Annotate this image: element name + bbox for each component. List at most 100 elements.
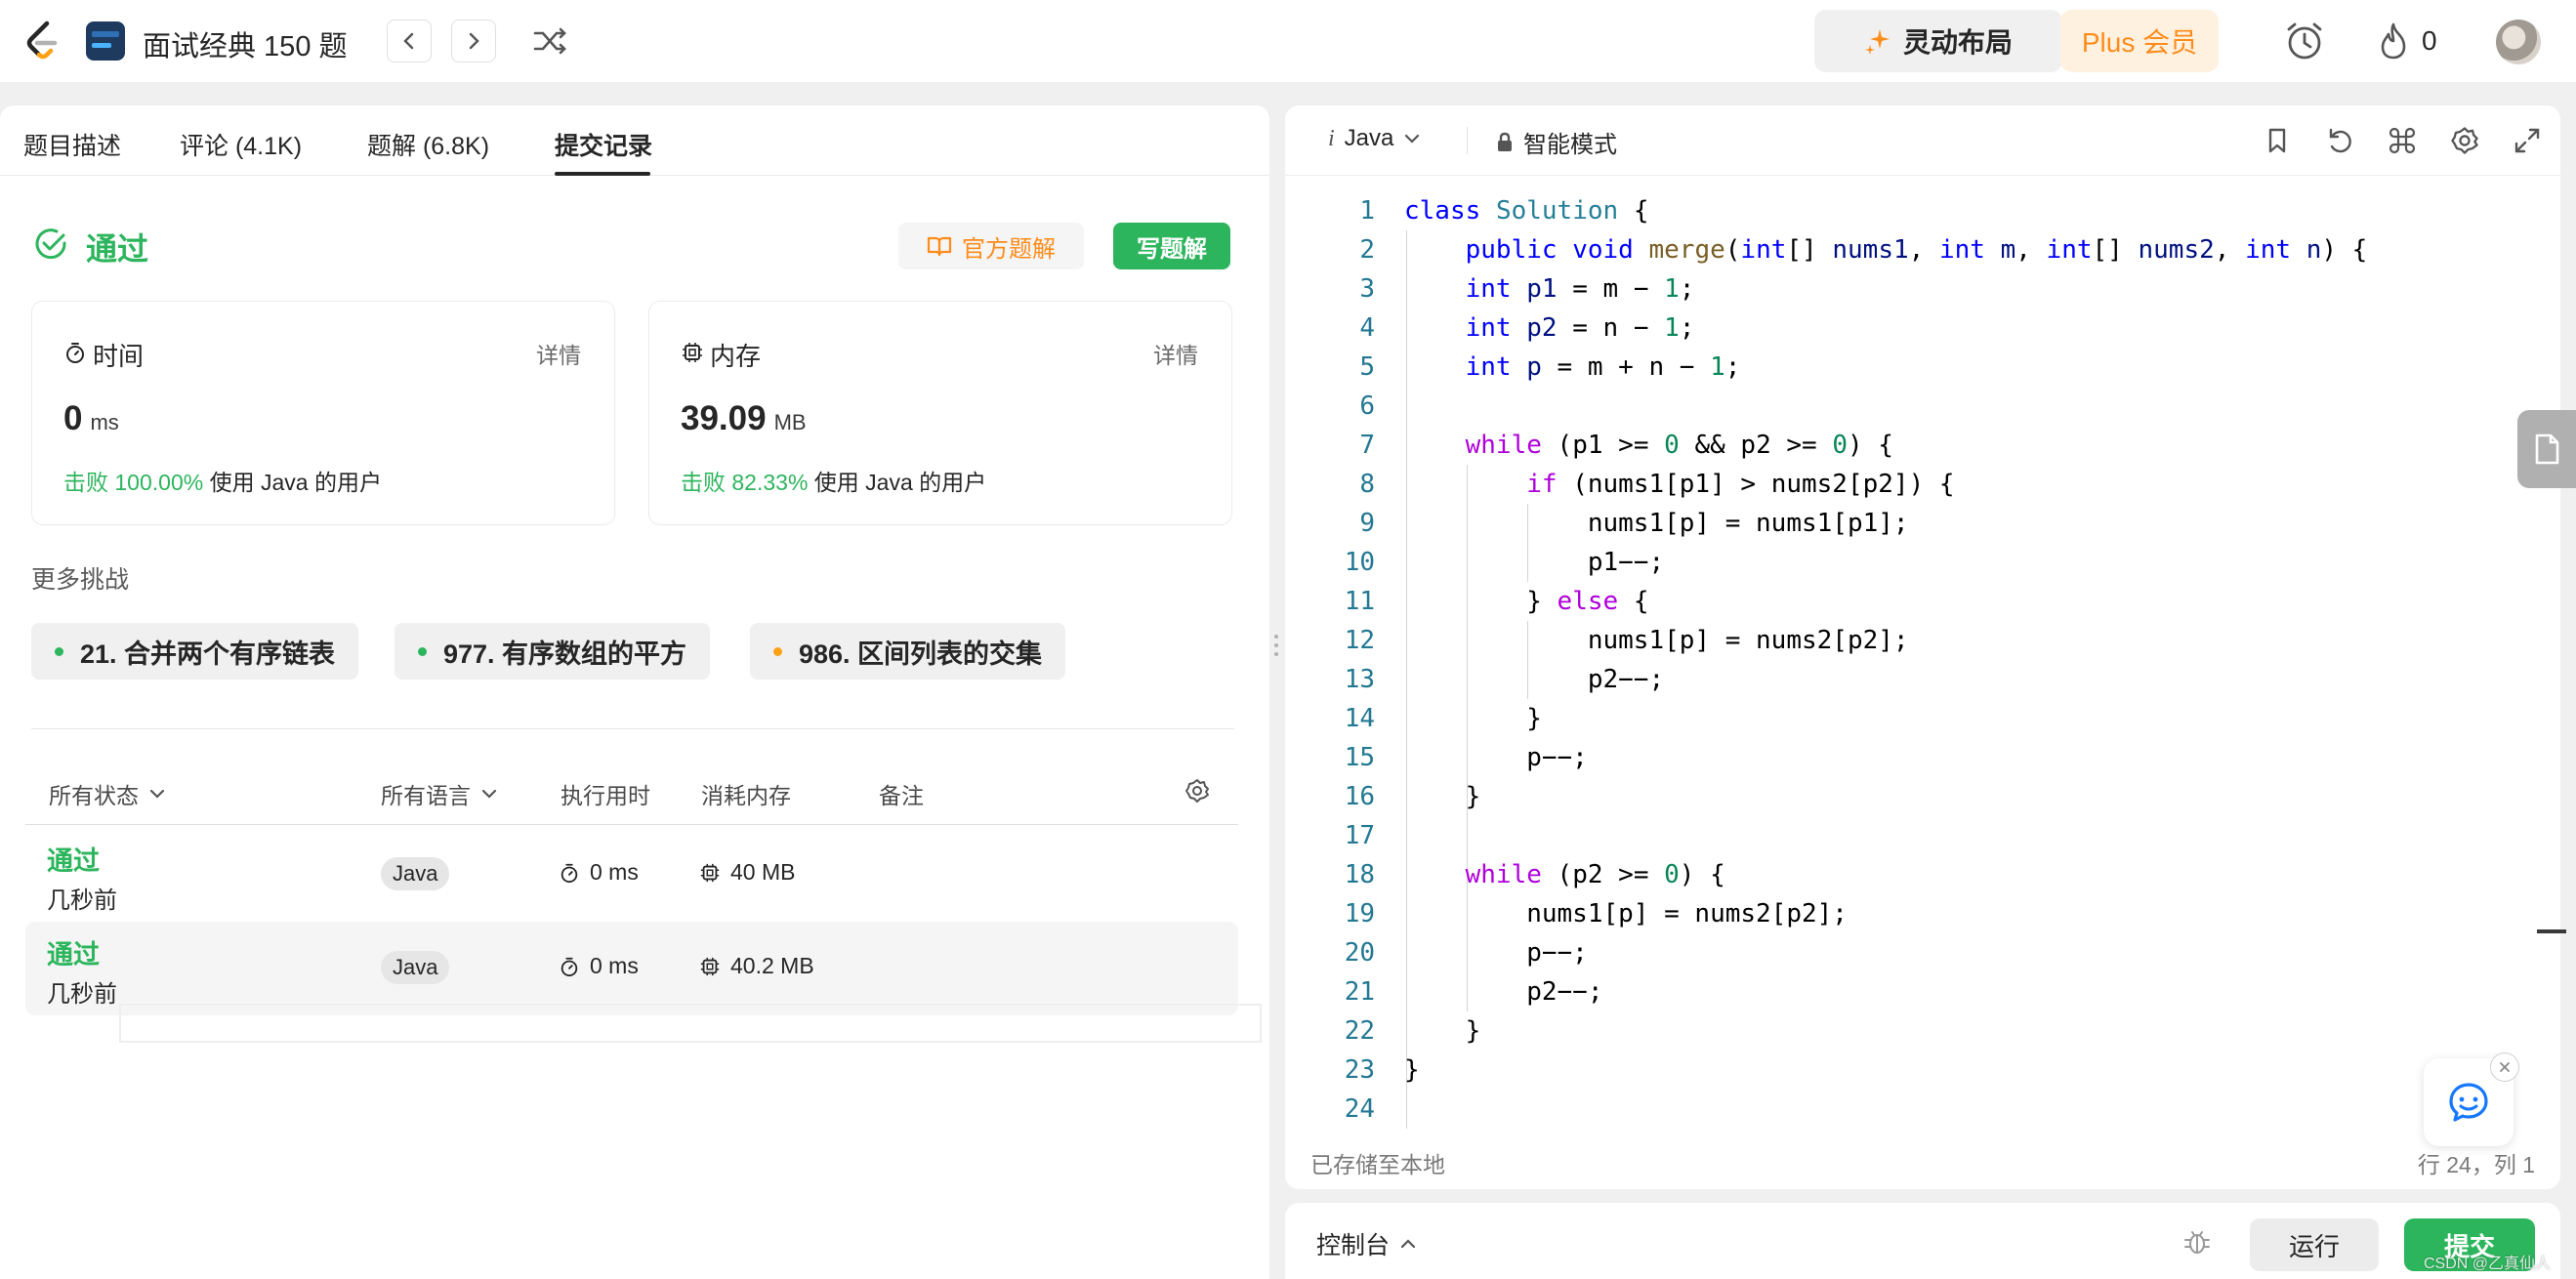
study-plan-icon[interactable] (86, 21, 125, 61)
memory-beat: 击败 82.33% 使用 Java 的用户 (681, 470, 987, 495)
leetcode-logo-icon[interactable] (21, 20, 61, 62)
write-solution-button[interactable]: 写题解 (1113, 223, 1230, 269)
toolbar-separator (1467, 127, 1468, 154)
challenge-label: 986. 区间列表的交集 (799, 639, 1043, 669)
challenge-chip[interactable]: 986. 区间列表的交集 (750, 623, 1066, 680)
dynamic-layout-button[interactable]: 灵动布局 (1814, 10, 2062, 72)
status-filter-label: 所有状态 (49, 783, 139, 808)
lock-icon (1498, 132, 1512, 151)
shuffle-icon[interactable] (531, 23, 570, 59)
line-number: 8 (1359, 470, 1375, 499)
scrollbar-marker[interactable] (2537, 929, 2566, 933)
study-plan-title[interactable]: 面试经典 150 题 (143, 23, 348, 64)
saved-status: 已存储至本地 (1310, 1152, 1445, 1177)
memory-details-link[interactable]: 详情 (1153, 337, 1198, 370)
runtime-details-link[interactable]: 详情 (536, 337, 581, 370)
language-filter[interactable]: 所有语言 (381, 777, 498, 810)
chevron-right-icon (469, 32, 479, 50)
row-status[interactable]: 通过 (47, 933, 100, 971)
smart-mode-label: 智能模式 (1523, 132, 1617, 158)
editor-status-bar: 已存储至本地 行 24，列 1 (1285, 1142, 2560, 1189)
reset-icon[interactable] (2324, 125, 2355, 156)
line-number: 24 (1344, 1094, 1375, 1124)
memory-value: 39.09 MB (681, 399, 807, 437)
row-time: 几秒前 (47, 887, 117, 914)
user-avatar[interactable] (2496, 20, 2541, 64)
chevron-down-icon (481, 789, 497, 799)
gear-icon[interactable] (1184, 777, 1211, 805)
line-number: 11 (1344, 587, 1375, 616)
console-toggle[interactable]: 控制台 (1316, 1226, 1417, 1261)
line-number: 17 (1344, 821, 1375, 850)
code-area[interactable]: 1 2 3 4 5 6 7 8 9 10 11 12 13 14 15 16 17 18 19 20 21 22 23 24 … (1285, 191, 2560, 1129)
stopwatch-icon (561, 957, 578, 976)
line-number: 15 (1344, 743, 1375, 772)
table-row[interactable]: 通过 几秒前 Java 0 ms 40 MB (25, 828, 1238, 922)
row-status[interactable]: 通过 (47, 840, 100, 878)
language-prefix: i (1328, 125, 1335, 151)
line-number: 21 (1344, 977, 1375, 1007)
line-number: 12 (1344, 626, 1375, 655)
line-number: 7 (1359, 431, 1375, 460)
line-number: 18 (1344, 860, 1375, 889)
panel-resize-handle[interactable] (1274, 635, 1280, 666)
official-solution-label: 官方题解 (962, 235, 1056, 263)
alarm-clock-icon[interactable] (2283, 20, 2326, 62)
line-number: 1 (1359, 196, 1375, 226)
language-label: Java (1344, 125, 1394, 151)
check-circle-icon (33, 227, 68, 262)
bookmark-icon[interactable] (2262, 125, 2293, 156)
csdn-watermark: CSDN @乙真仙人 (2424, 1256, 2552, 1272)
runtime-card: 时间 详情 0 ms 击败 100.00% 使用 Java 的用户 (31, 301, 615, 525)
tab-solutions[interactable]: 题解 (6.8K) (367, 127, 489, 162)
problem-tabs: 题目描述 评论 (4.1K) 题解 (6.8K) 提交记录 (0, 105, 1269, 176)
close-chat-button[interactable] (2490, 1052, 2519, 1082)
line-number: 23 (1344, 1055, 1375, 1085)
line-number: 6 (1359, 392, 1375, 421)
expand-icon[interactable] (2512, 125, 2543, 156)
challenge-chip[interactable]: 977. 有序数组的平方 (395, 623, 711, 680)
plus-member-button[interactable]: Plus 会员 (2060, 10, 2219, 72)
prev-problem-button[interactable] (387, 20, 432, 62)
submission-status: 通过 (86, 231, 149, 267)
bug-icon[interactable] (2181, 1226, 2213, 1258)
challenge-chip[interactable]: 21. 合并两个有序链表 (31, 623, 359, 680)
document-icon (2535, 433, 2559, 465)
console-bar: 控制台 运行 提交 (1285, 1203, 2560, 1279)
streak-fire-icon[interactable] (2377, 21, 2410, 61)
next-problem-button[interactable] (451, 20, 496, 62)
streak-count: 0 (2422, 25, 2437, 56)
line-number: 22 (1344, 1016, 1375, 1046)
stopwatch-icon (63, 341, 87, 364)
runtime-value: 0 ms (63, 399, 119, 437)
official-solution-button[interactable]: 官方题解 (898, 223, 1084, 269)
runtime-beat: 击败 100.00% 使用 Java 的用户 (63, 470, 382, 495)
chevron-up-icon (1400, 1239, 1416, 1249)
row-language-badge: Java (381, 951, 450, 984)
console-label: 控制台 (1316, 1232, 1391, 1259)
submission-panel: 题目描述 评论 (4.1K) 题解 (6.8K) 提交记录 通过 官方题解 写题… (0, 105, 1269, 1279)
memory-column-header: 消耗内存 (701, 783, 791, 808)
challenge-label: 977. 有序数组的平方 (443, 639, 687, 669)
status-filter[interactable]: 所有状态 (49, 777, 166, 810)
stopwatch-icon (561, 863, 578, 883)
row-language-badge: Java (381, 857, 450, 890)
smart-mode-toggle[interactable]: 智能模式 (1496, 125, 1617, 159)
active-tab-underline (555, 172, 650, 176)
line-number: 19 (1344, 899, 1375, 928)
row-runtime: 0 ms (559, 859, 639, 886)
tab-submissions[interactable]: 提交记录 (555, 127, 652, 162)
line-number: 5 (1359, 352, 1375, 382)
language-selector[interactable]: i Java (1328, 125, 1421, 152)
tab-comments[interactable]: 评论 (4.1K) (180, 127, 302, 162)
settings-gear-icon[interactable] (2449, 125, 2480, 156)
line-number-gutter: 1 2 3 4 5 6 7 8 9 10 11 12 13 14 15 16 17 18 19 20 21 22 23 24 (1285, 191, 1375, 1129)
chevron-down-icon (1405, 134, 1420, 144)
table-row[interactable]: 通过 几秒前 Java 0 ms 40.2 MB (25, 922, 1238, 1015)
chat-smiley-icon (2449, 1083, 2488, 1122)
tab-description[interactable]: 题目描述 (23, 127, 121, 162)
command-icon[interactable] (2387, 125, 2418, 156)
chip-icon (700, 957, 720, 975)
run-button[interactable]: 运行 (2250, 1218, 2379, 1271)
notes-side-tab[interactable] (2517, 410, 2576, 488)
